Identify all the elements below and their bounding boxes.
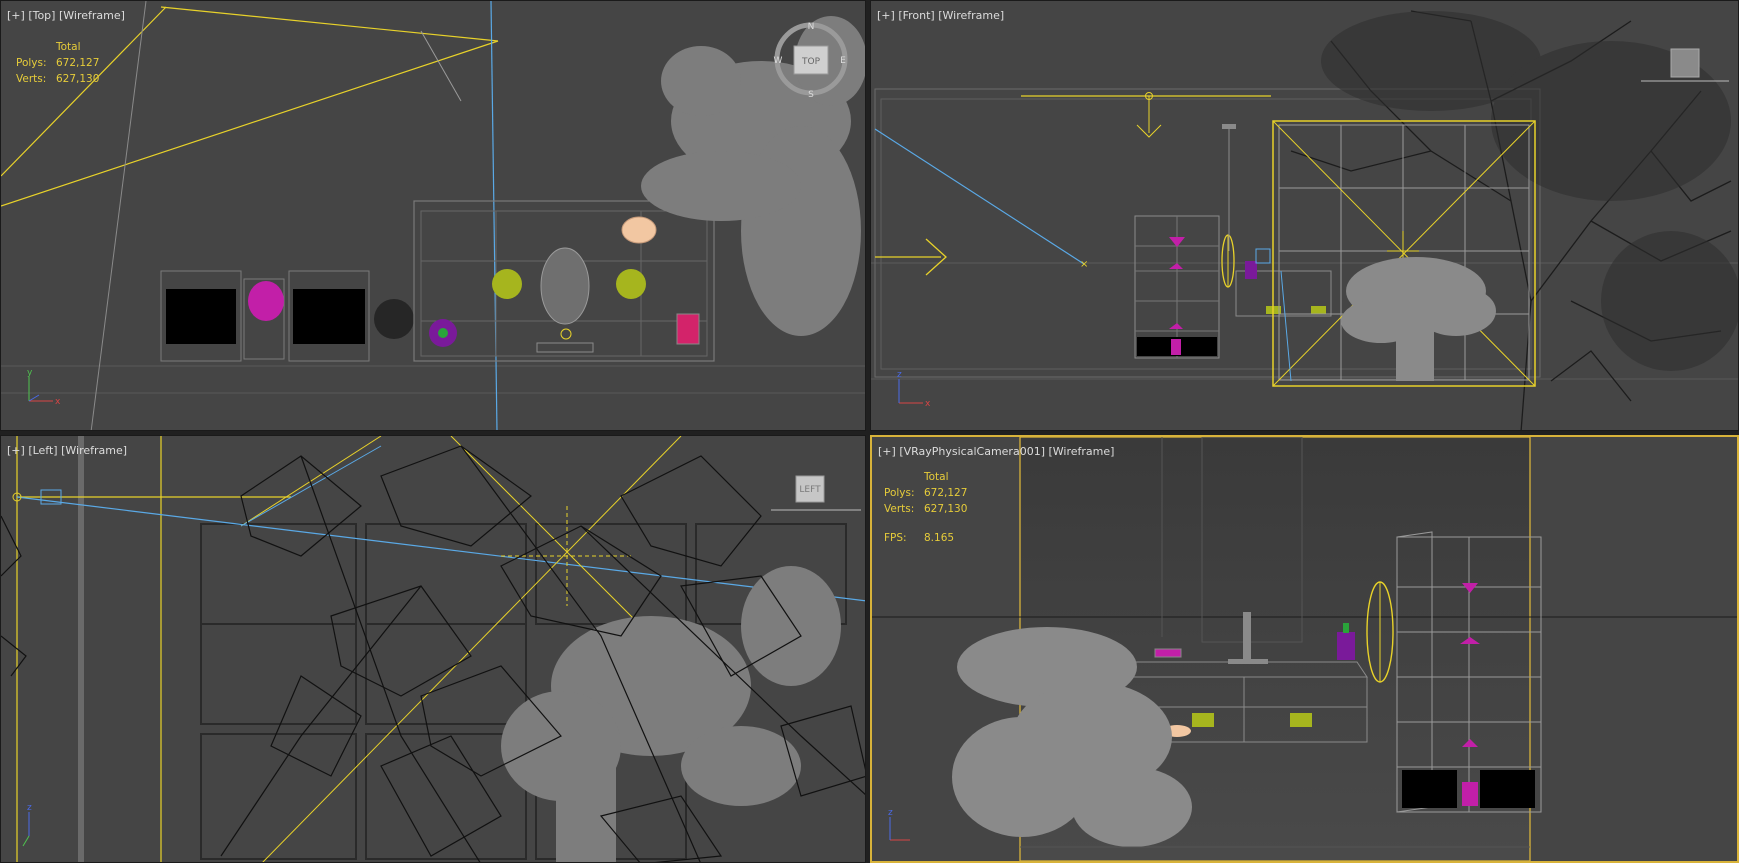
viewport-label: [+] [Left] [Wireframe] — [7, 444, 127, 457]
purple-bottle[interactable] — [1337, 632, 1355, 660]
top-viewport-scene[interactable]: y x — [1, 1, 866, 431]
stats-verts-value: 627,130 — [56, 73, 100, 85]
viewport-menu-button[interactable]: [+] — [877, 9, 895, 22]
lamp-base — [1228, 659, 1268, 664]
viewport-left[interactable]: LEFT z [+] [Left] [Wireframe] — [0, 435, 866, 863]
magenta-tray[interactable] — [1154, 648, 1182, 658]
viewport-shading-button[interactable]: [Wireframe] — [61, 444, 127, 457]
light-line — [420, 30, 462, 102]
stats-overlay: Total Polys: 672,127 Verts: 627,130 — [16, 39, 99, 87]
compass-s: S — [808, 90, 814, 100]
stats-overlay: Total Polys: 672,127 Verts: 627,130 FPS: 8.… — [884, 469, 967, 546]
stats-total-header: Total — [924, 471, 949, 483]
stats-polys-label: Polys: — [884, 487, 915, 499]
viewcube[interactable]: TOP N S E W — [771, 21, 866, 101]
stats-fps-value: 8.165 — [924, 532, 955, 544]
viewport-top[interactable]: y x TOP N S E W [+] [Top] [Wireframe] To… — [0, 0, 866, 431]
stats-fps-label: FPS: — [884, 532, 907, 544]
stats-polys-label: Polys: — [16, 57, 47, 69]
camera-icon[interactable] — [1255, 248, 1271, 264]
viewport-label: [+] [Front] [Wireframe] — [877, 9, 1004, 22]
axis-z-label: z — [27, 803, 32, 813]
viewport-camera[interactable]: z [+] [VRayPhysicalCamera001] [Wireframe… — [870, 435, 1739, 863]
light-line — [240, 436, 382, 527]
bottle-pump — [1343, 623, 1349, 633]
magenta-object[interactable] — [1462, 782, 1478, 806]
viewport-view-button[interactable]: [VRayPhysicalCamera001] — [899, 445, 1045, 458]
viewport-shading-button[interactable]: [Wireframe] — [1048, 445, 1114, 458]
stats-polys-value: 672,127 — [924, 487, 968, 499]
black-basket[interactable] — [1402, 770, 1457, 808]
magenta-object[interactable] — [1171, 339, 1181, 355]
black-basket[interactable] — [293, 289, 365, 344]
lime-object[interactable] — [616, 269, 646, 299]
viewport-shading-button[interactable]: [Wireframe] — [59, 9, 125, 22]
axis-z-label: z — [888, 808, 893, 818]
axis-z-label: z — [897, 370, 902, 380]
viewport-front[interactable]: × z x [+] [Front] [Wireframe] — [870, 0, 1739, 431]
stats-verts-label: Verts: — [16, 73, 47, 85]
compass-n: N — [808, 22, 815, 32]
bottle-pump — [438, 328, 448, 338]
vase-wireframe[interactable] — [540, 247, 590, 325]
lime-object[interactable] — [492, 269, 522, 299]
magenta-object[interactable] — [248, 281, 284, 321]
lime-object[interactable] — [1311, 306, 1326, 314]
lime-object[interactable] — [1192, 713, 1214, 727]
axis-x-label: x — [925, 399, 931, 409]
lamp-mount — [1222, 124, 1236, 129]
stats-verts-value: 627,130 — [924, 503, 968, 515]
black-basket[interactable] — [1480, 770, 1535, 808]
light-box[interactable] — [1670, 48, 1700, 78]
camera-line — [1280, 270, 1292, 382]
viewport-view-button[interactable]: [Front] — [898, 9, 934, 22]
left-viewport-scene[interactable]: LEFT z — [1, 436, 866, 863]
viewport-shading-button[interactable]: [Wireframe] — [938, 9, 1004, 22]
light-line — [1, 6, 167, 177]
light-line — [160, 6, 499, 42]
viewport-menu-button[interactable]: [+] — [7, 9, 25, 22]
tray-wireframe — [536, 342, 594, 353]
viewcube-face-label: LEFT — [799, 485, 821, 495]
compass-w: W — [774, 56, 783, 66]
palm-wireframe[interactable] — [1341, 257, 1496, 381]
camera-line — [874, 128, 1085, 265]
y-axis — [22, 835, 30, 847]
axis-x-label: x — [55, 397, 61, 407]
z-axis — [28, 394, 40, 402]
lime-object[interactable] — [1290, 713, 1312, 727]
magenta-box[interactable] — [676, 313, 700, 345]
magenta-object[interactable] — [1169, 263, 1183, 269]
stats-total-header: Total — [56, 41, 81, 53]
viewport-menu-button[interactable]: [+] — [878, 445, 896, 458]
compass-e: E — [840, 56, 846, 66]
purple-bottle[interactable] — [1245, 261, 1257, 279]
peach-object[interactable] — [621, 216, 657, 244]
front-viewport-scene[interactable]: × z x — [871, 1, 1739, 431]
viewport-view-button[interactable]: [Left] — [28, 444, 57, 457]
palm-wireframe[interactable] — [501, 566, 841, 863]
dark-round-object[interactable] — [374, 299, 414, 339]
camera-line — [240, 445, 382, 527]
viewport-menu-button[interactable]: [+] — [7, 444, 25, 457]
viewport-label: [+] [Top] [Wireframe] — [7, 9, 125, 22]
viewport-label: [+] [VRayPhysicalCamera001] [Wireframe] — [878, 445, 1114, 458]
viewcube-face-label: TOP — [801, 57, 821, 67]
magenta-object[interactable] — [1169, 323, 1183, 329]
camera-viewport-scene[interactable]: z — [872, 437, 1737, 861]
light-icon[interactable] — [560, 328, 572, 340]
black-basket[interactable] — [166, 289, 236, 344]
viewport-view-button[interactable]: [Top] — [28, 9, 55, 22]
stats-polys-value: 672,127 — [56, 57, 100, 69]
axis-y-label: y — [27, 368, 33, 378]
camera-line — [16, 496, 865, 602]
lamp-stem — [1243, 612, 1251, 662]
stats-verts-label: Verts: — [884, 503, 915, 515]
target-marker: × — [1080, 259, 1088, 270]
